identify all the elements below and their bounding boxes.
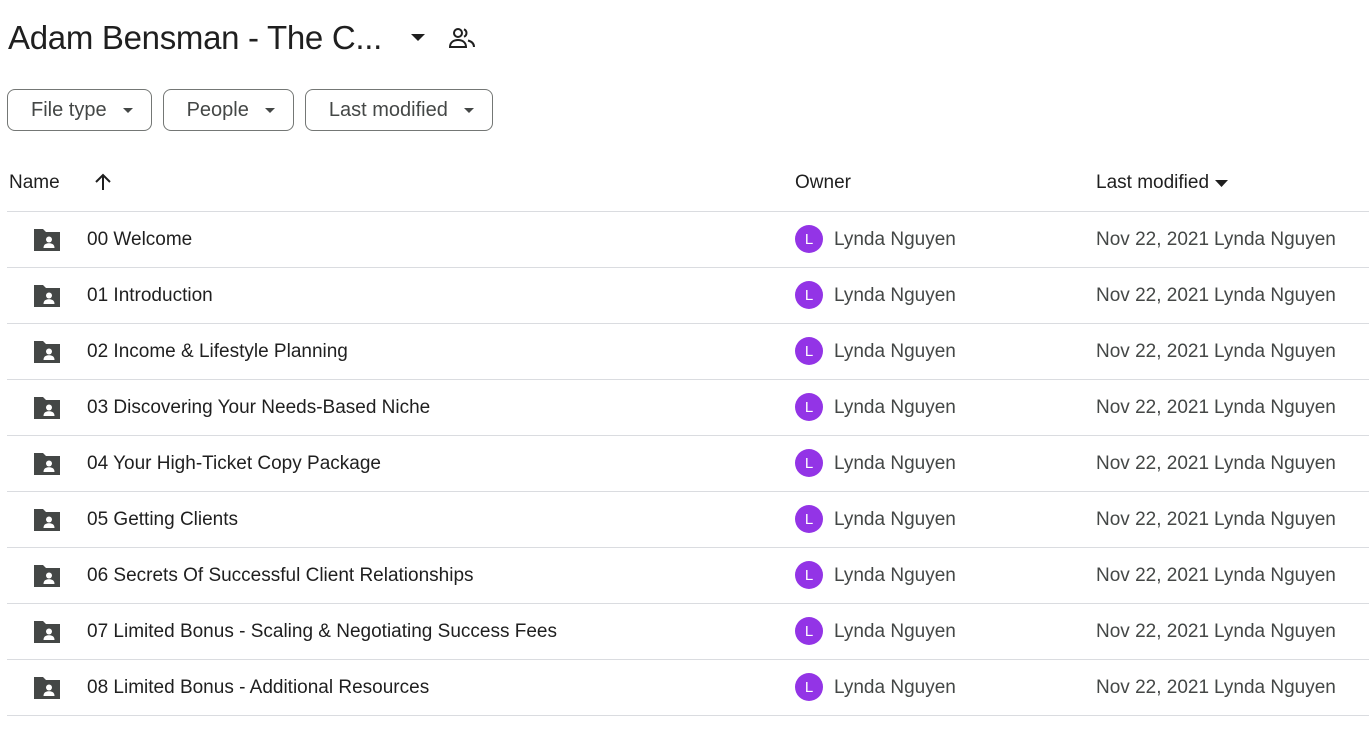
- modified-date: Nov 22, 2021: [1096, 620, 1210, 642]
- last-modified: Nov 22, 2021 Lynda Nguyen: [1096, 548, 1336, 603]
- last-modified: Nov 22, 2021 Lynda Nguyen: [1096, 324, 1336, 379]
- file-name: 02 Income & Lifestyle Planning: [87, 340, 348, 362]
- column-header-owner: Owner: [795, 172, 851, 193]
- avatar: L: [795, 337, 823, 365]
- modified-by: Lynda Nguyen: [1214, 564, 1336, 586]
- arrow-drop-down-icon: [463, 107, 474, 113]
- last-modified: Nov 22, 2021 Lynda Nguyen: [1096, 380, 1336, 435]
- owner-name: Lynda Nguyen: [834, 340, 956, 362]
- table-row[interactable]: 07 Limited Bonus - Scaling & Negotiating…: [7, 604, 1369, 660]
- modified-date: Nov 22, 2021: [1096, 452, 1210, 474]
- arrow-upward-icon[interactable]: [91, 170, 115, 194]
- arrow-drop-down-icon: [264, 107, 275, 113]
- avatar: L: [795, 281, 823, 309]
- owner-name: Lynda Nguyen: [834, 452, 956, 474]
- avatar: L: [795, 561, 823, 589]
- file-name: 08 Limited Bonus - Additional Resources: [87, 676, 430, 698]
- people-filter[interactable]: People: [162, 89, 294, 131]
- modified-by: Lynda Nguyen: [1214, 452, 1336, 474]
- modified-date: Nov 22, 2021: [1096, 396, 1210, 418]
- shared-folder-icon: [32, 283, 62, 309]
- column-header-name[interactable]: Name: [9, 160, 60, 206]
- modified-date: Nov 22, 2021: [1096, 508, 1210, 530]
- modified-by: Lynda Nguyen: [1214, 228, 1336, 250]
- arrow-drop-down-icon: [122, 107, 133, 113]
- table-row[interactable]: 03 Discovering Your Needs-Based Niche L …: [7, 380, 1369, 436]
- filter-bar: File type People Last modified: [7, 89, 493, 131]
- shared-folder-icon: [32, 395, 62, 421]
- shared-folder-icon: [32, 619, 62, 645]
- shared-folder-icon: [32, 339, 62, 365]
- modified-date: Nov 22, 2021: [1096, 676, 1210, 698]
- last-modified: Nov 22, 2021 Lynda Nguyen: [1096, 268, 1336, 323]
- shared-folder-icon: [32, 227, 62, 253]
- last-modified: Nov 22, 2021 Lynda Nguyen: [1096, 436, 1336, 491]
- modified-by: Lynda Nguyen: [1214, 508, 1336, 530]
- shared-folder-icon: [32, 507, 62, 533]
- file-name: 01 Introduction: [87, 284, 213, 306]
- file-name: 00 Welcome: [87, 228, 193, 250]
- table-row[interactable]: 08 Limited Bonus - Additional Resources …: [7, 660, 1369, 716]
- folder-title[interactable]: Adam Bensman - The C...: [8, 19, 382, 57]
- table-row[interactable]: 04 Your High-Ticket Copy Package L Lynda…: [7, 436, 1369, 492]
- modified-date: Nov 22, 2021: [1096, 340, 1210, 362]
- modified-by: Lynda Nguyen: [1214, 676, 1336, 698]
- owner-name: Lynda Nguyen: [834, 228, 956, 250]
- last-modified: Nov 22, 2021 Lynda Nguyen: [1096, 212, 1336, 267]
- modified-by: Lynda Nguyen: [1214, 620, 1336, 642]
- filter-label: People: [186, 98, 249, 121]
- table-row[interactable]: 01 Introduction L Lynda Nguyen Nov 22, 2…: [7, 268, 1369, 324]
- table-row[interactable]: 02 Income & Lifestyle Planning L Lynda N…: [7, 324, 1369, 380]
- owner-name: Lynda Nguyen: [834, 508, 956, 530]
- table-row[interactable]: 06 Secrets Of Successful Client Relation…: [7, 548, 1369, 604]
- folder-header: Adam Bensman - The C...: [8, 14, 476, 62]
- column-header-label: Last modified: [1096, 172, 1210, 193]
- column-header-last-modified[interactable]: Last modified: [1096, 160, 1229, 206]
- last-modified: Nov 22, 2021 Lynda Nguyen: [1096, 604, 1336, 659]
- file-name: 03 Discovering Your Needs-Based Niche: [87, 396, 431, 418]
- owner-name: Lynda Nguyen: [834, 396, 956, 418]
- owner-name: Lynda Nguyen: [834, 564, 956, 586]
- avatar: L: [795, 393, 823, 421]
- file-name: 04 Your High-Ticket Copy Package: [87, 452, 381, 474]
- avatar: L: [795, 505, 823, 533]
- last-modified-filter[interactable]: Last modified: [304, 89, 493, 131]
- shared-folder-icon: [32, 451, 62, 477]
- modified-date: Nov 22, 2021: [1096, 284, 1210, 306]
- file-list: 00 Welcome L Lynda Nguyen Nov 22, 2021 L…: [7, 212, 1369, 716]
- owner-name: Lynda Nguyen: [834, 620, 956, 642]
- owner-name: Lynda Nguyen: [834, 284, 956, 306]
- table-header: Name Owner Last modified: [7, 160, 1369, 212]
- modified-date: Nov 22, 2021: [1096, 564, 1210, 586]
- people-icon: [448, 24, 476, 52]
- table-row[interactable]: 00 Welcome L Lynda Nguyen Nov 22, 2021 L…: [7, 212, 1369, 268]
- owner-name: Lynda Nguyen: [834, 676, 956, 698]
- shared-folder-icon: [32, 563, 62, 589]
- modified-by: Lynda Nguyen: [1214, 284, 1336, 306]
- filter-label: File type: [31, 98, 107, 121]
- avatar: L: [795, 617, 823, 645]
- filter-label: Last modified: [328, 98, 448, 121]
- modified-date: Nov 22, 2021: [1096, 228, 1210, 250]
- arrow-drop-down-icon[interactable]: [406, 26, 430, 50]
- modified-by: Lynda Nguyen: [1214, 396, 1336, 418]
- file-type-filter[interactable]: File type: [7, 89, 152, 131]
- table-row[interactable]: 05 Getting Clients L Lynda Nguyen Nov 22…: [7, 492, 1369, 548]
- avatar: L: [795, 449, 823, 477]
- file-name: 05 Getting Clients: [87, 508, 239, 530]
- arrow-drop-down-icon: [1215, 179, 1229, 187]
- last-modified: Nov 22, 2021 Lynda Nguyen: [1096, 492, 1336, 547]
- avatar: L: [795, 673, 823, 701]
- file-name: 07 Limited Bonus - Scaling & Negotiating…: [87, 620, 557, 642]
- avatar: L: [795, 225, 823, 253]
- modified-by: Lynda Nguyen: [1214, 340, 1336, 362]
- last-modified: Nov 22, 2021 Lynda Nguyen: [1096, 660, 1336, 715]
- shared-folder-icon: [32, 675, 62, 701]
- file-name: 06 Secrets Of Successful Client Relation…: [87, 564, 474, 586]
